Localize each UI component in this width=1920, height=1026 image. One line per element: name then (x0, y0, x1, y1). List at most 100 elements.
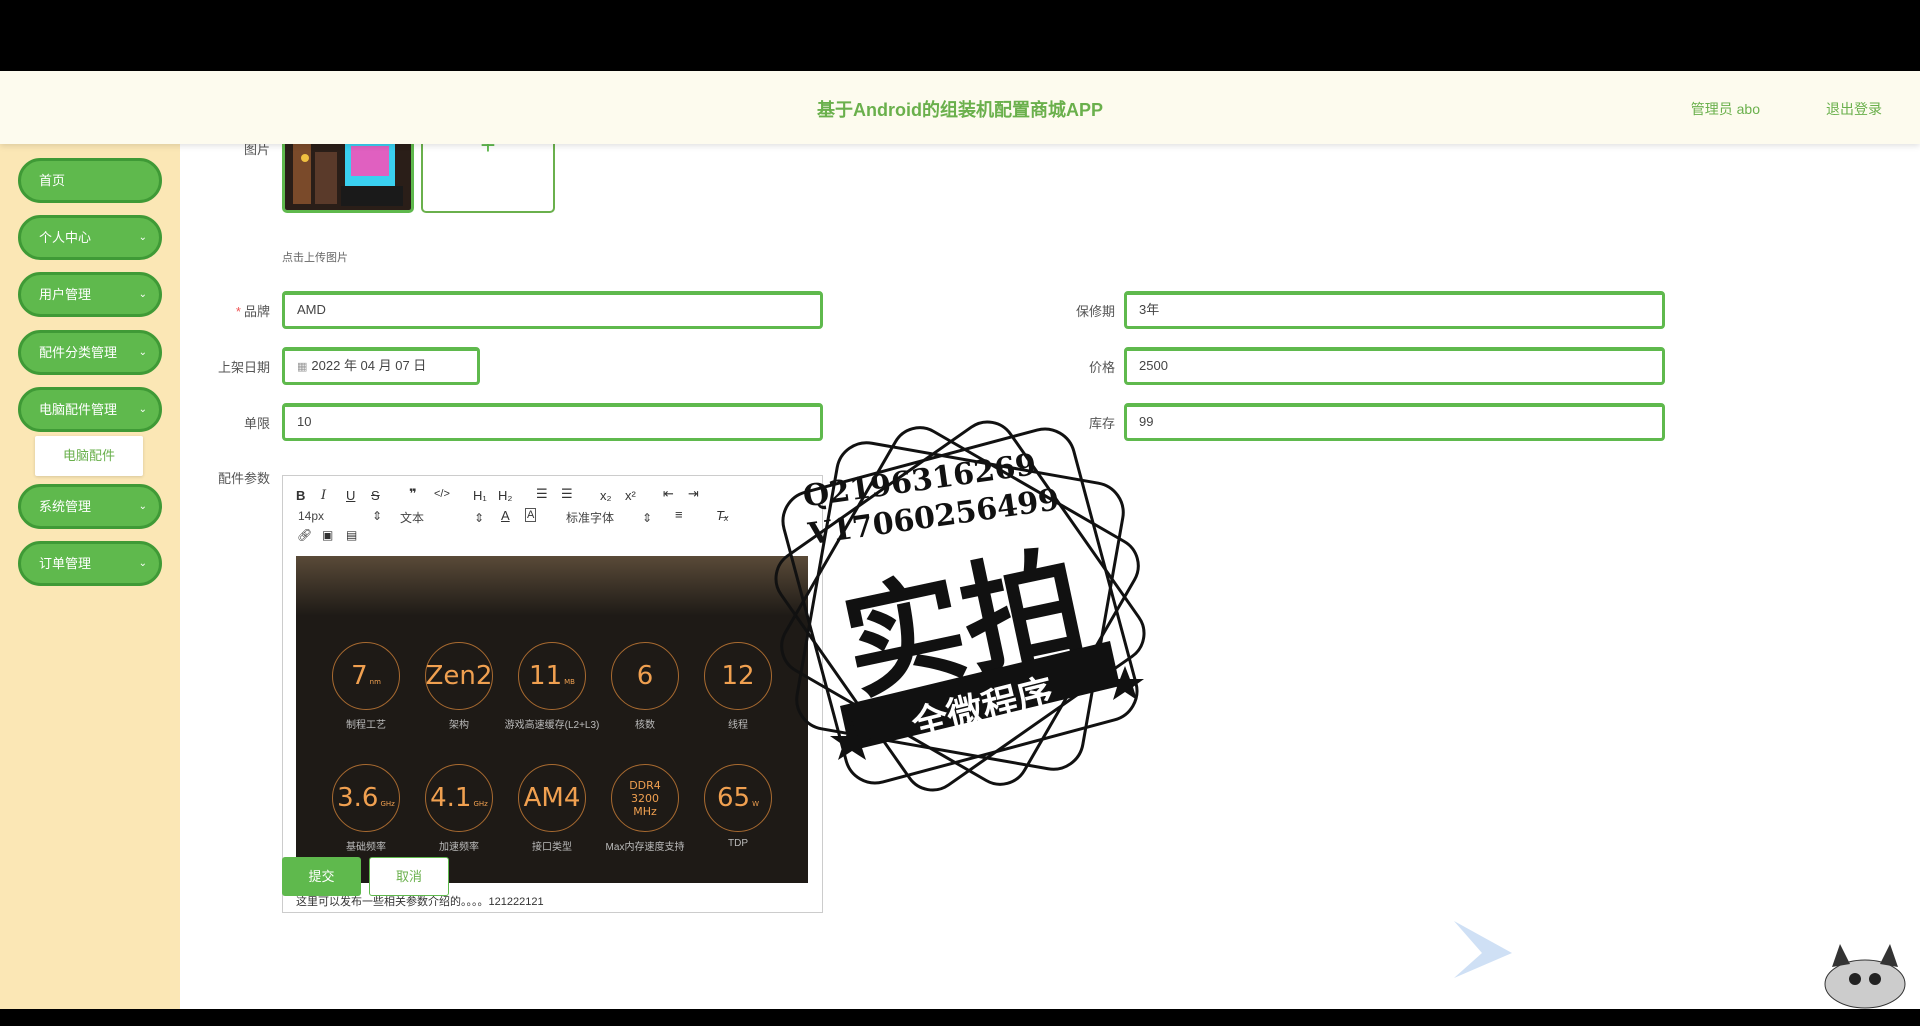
spec-value: 65 (716, 783, 751, 813)
spec-value: AM4 (523, 783, 581, 813)
sidebar-item-home[interactable]: 首页 (18, 158, 162, 203)
spec-value: 7 (351, 661, 368, 691)
spec-unit: nm (369, 678, 381, 686)
spec-value: 12 (721, 661, 755, 691)
select-arrow-icon: ⇕ (474, 511, 485, 525)
app-window: 基于Android的组装机配置商城APP 管理员 abo 退出登录 首页 个人中… (0, 71, 1920, 1009)
chevron-down-icon: ⌄ (138, 232, 147, 243)
align-icon[interactable]: ≡ (675, 507, 683, 522)
underline-icon[interactable]: U (346, 488, 355, 503)
font-color-icon[interactable]: A (501, 508, 510, 523)
spec-value: Zen2 (425, 661, 493, 691)
spec-circle: DDR4 3200 MHz (611, 764, 679, 832)
calendar-icon: ▦ (297, 361, 308, 373)
spec-value: DDR4 3200 MHz (629, 778, 661, 818)
spec-unit: GHz (473, 800, 488, 808)
format-select[interactable]: 文本 ⇕ (400, 509, 484, 526)
spec-value: 11 (529, 661, 563, 691)
select-arrow-icon: ⇕ (642, 511, 653, 525)
sidebar: 首页 个人中心 ⌄ 用户管理 ⌄ 配件分类管理 ⌄ 电脑配件管理 ⌄ 电脑配件 系统管理… (0, 144, 180, 1009)
ordered-list-icon[interactable]: ☰ (536, 486, 548, 502)
date-picker[interactable]: ▦ 2022 年 04 月 07 日 (282, 347, 480, 385)
spec-unit: MB (564, 678, 575, 686)
stock-label: 库存 (1088, 416, 1115, 431)
sidebar-item-personal-center[interactable]: 个人中心 ⌄ (18, 215, 162, 260)
spec-circle: 12 (704, 642, 772, 710)
chevron-down-icon: ⌄ (138, 501, 147, 512)
cancel-button[interactable]: 取消 (369, 857, 449, 896)
brand-label-text: 品牌 (243, 304, 270, 319)
video-icon[interactable]: ▤ (346, 528, 357, 542)
spec-label: 线程 (728, 720, 748, 731)
spec-value: 3.6 (337, 783, 379, 813)
chevron-down-icon: ⌄ (138, 404, 147, 415)
spec-circle: 7 nm (332, 642, 400, 710)
warranty-label: 保修期 (1075, 304, 1115, 319)
sidebar-item-label: 个人中心 (39, 230, 92, 245)
outdent-icon[interactable]: ⇤ (663, 486, 674, 502)
spec-circle: 11 MB (518, 642, 586, 710)
spec-value: 4.1 (430, 783, 472, 813)
chevron-down-icon: ⌄ (138, 289, 147, 300)
bg-color-icon[interactable]: A (525, 508, 537, 522)
current-user: 管理员 abo (1690, 101, 1760, 117)
sidebar-subitem-parts[interactable]: 电脑配件 (35, 436, 143, 476)
spec-unit: GHz (380, 800, 395, 808)
bullet-list-icon[interactable]: ☰ (561, 486, 573, 502)
chevron-down-icon: ⌄ (138, 347, 147, 358)
limit-label: 单限 (243, 416, 270, 431)
spec-circle: Zen2 (425, 642, 493, 710)
strike-icon[interactable]: S (371, 488, 380, 503)
indent-icon[interactable]: ⇥ (688, 486, 699, 502)
spec-circle: AM4 (518, 764, 586, 832)
spec-circle: 65 W (704, 764, 772, 832)
required-mark: * (235, 304, 241, 319)
logout-link[interactable]: 退出登录 (1826, 99, 1882, 119)
superscript-icon[interactable]: x² (625, 488, 636, 503)
stamp-banner (840, 641, 1120, 751)
sidebar-item-system-management[interactable]: 系统管理 ⌄ (18, 484, 162, 529)
watermark-logo-icon (1454, 921, 1512, 978)
submit-button[interactable]: 提交 (282, 857, 361, 896)
quote-icon[interactable]: ❞ (409, 486, 417, 502)
star-icon (1106, 666, 1144, 700)
format-value: 文本 (400, 511, 425, 525)
font-family-select[interactable]: 标准字体 ⇕ (566, 509, 652, 526)
mascot-cat-icon (1824, 944, 1906, 1009)
chevron-down-icon: ⌄ (138, 558, 147, 569)
embedded-spec-image: 7 nm 制程工艺 Zen2 架构 11 MB 游戏高速缓存(L2+L3) 6 核数 12 线程 3.6… (296, 556, 808, 883)
top-header: 基于Android的组装机配置商城APP 管理员 abo 退出登录 (0, 71, 1920, 144)
italic-icon[interactable]: I (321, 488, 326, 503)
sidebar-item-parts-management[interactable]: 电脑配件管理 ⌄ (18, 387, 162, 432)
subscript-icon[interactable]: x₂ (600, 488, 612, 503)
limit-input[interactable]: 10 (282, 403, 823, 441)
bold-icon[interactable]: B (296, 488, 305, 503)
date-value: 2022 年 04 月 07 日 (311, 358, 427, 373)
brand-input[interactable]: AMD (282, 291, 823, 329)
price-input[interactable]: 2500 (1124, 347, 1665, 385)
spec-unit: W (752, 800, 759, 808)
stamp-banner-text: 全微程序 (907, 671, 1058, 747)
sidebar-item-user-management[interactable]: 用户管理 ⌄ (18, 272, 162, 317)
spec-value: 6 (636, 661, 654, 691)
sidebar-item-category-management[interactable]: 配件分类管理 ⌄ (18, 330, 162, 375)
product-photo (285, 134, 411, 210)
heading1-icon[interactable]: H₁ (473, 488, 487, 503)
spec-label: TDP (728, 838, 748, 849)
stamp-text-line2: V17060256499 (805, 482, 1061, 552)
sidebar-item-label: 用户管理 (39, 287, 92, 302)
warranty-input[interactable]: 3年 (1124, 291, 1665, 329)
font-size-select[interactable]: 14px ⇕ (298, 509, 382, 523)
stamp-text-line1: Q2196316269 (801, 447, 1038, 514)
rich-text-editor: B I U S ❞ </> H₁ H₂ ☰ ☰ x₂ x² ⇤ ⇥ 14px ⇕ … (282, 475, 823, 913)
code-icon[interactable]: </> (434, 488, 450, 500)
heading2-icon[interactable]: H₂ (498, 488, 512, 503)
params-label: 配件参数 (217, 471, 270, 486)
image-icon[interactable]: ▣ (322, 528, 333, 542)
stock-input[interactable]: 99 (1124, 403, 1665, 441)
clear-format-icon[interactable]: T̶ₓ (716, 508, 729, 523)
link-icon[interactable]: 🔗︎ (297, 528, 312, 542)
app-title: 基于Android的组装机配置商城APP (817, 100, 1103, 120)
sidebar-item-label: 电脑配件管理 (39, 402, 118, 417)
sidebar-item-order-management[interactable]: 订单管理 ⌄ (18, 541, 162, 586)
